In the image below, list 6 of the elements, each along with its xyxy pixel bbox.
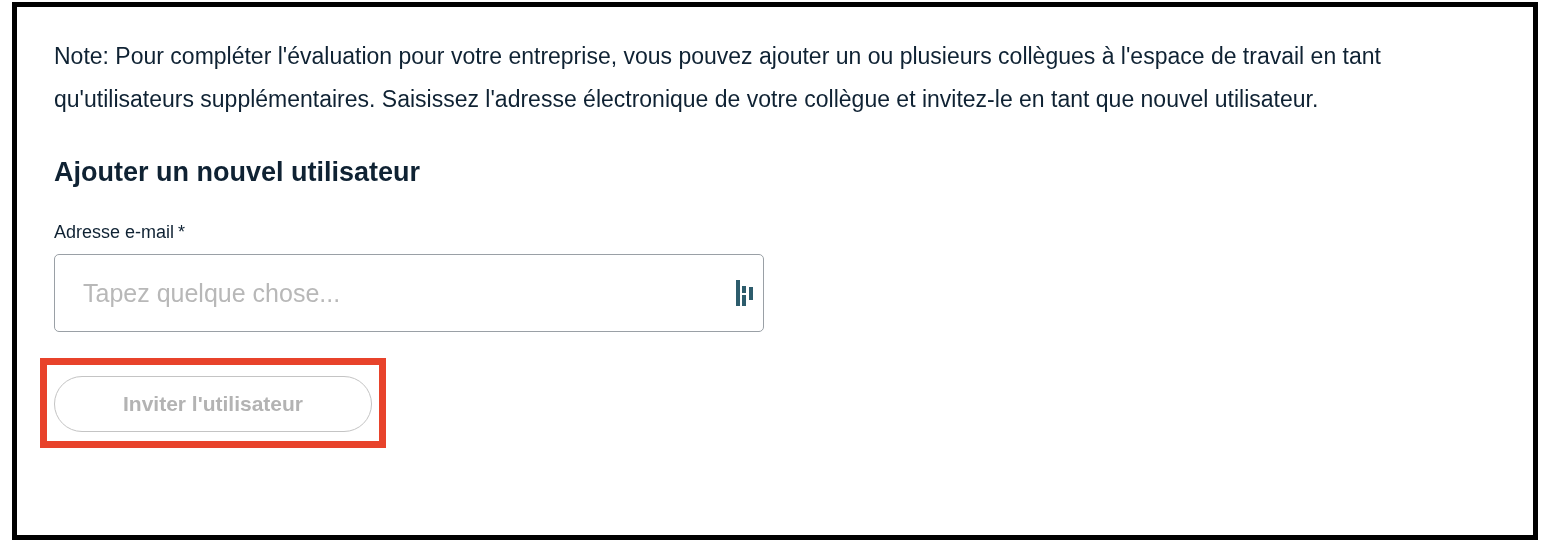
password-manager-icon[interactable] [736, 280, 754, 306]
email-field[interactable]: Tapez quelque chose... [54, 254, 764, 332]
field-label: Adresse e-mail [54, 221, 175, 244]
required-mark: * [178, 221, 186, 244]
section-heading: Ajouter un nouvel utilisateur [54, 156, 422, 189]
note-text: Note: Pour compléter l'évaluation pour votre entreprise, vous pouvez ajouter un ou plusieurs collègues à l'espace de travail en tant qu'utilisateurs supplémentaires. Saisissez l'adresse électronique de votre collègue et invitez-le en tant que nouvel utilisateur. [54, 42, 1382, 114]
